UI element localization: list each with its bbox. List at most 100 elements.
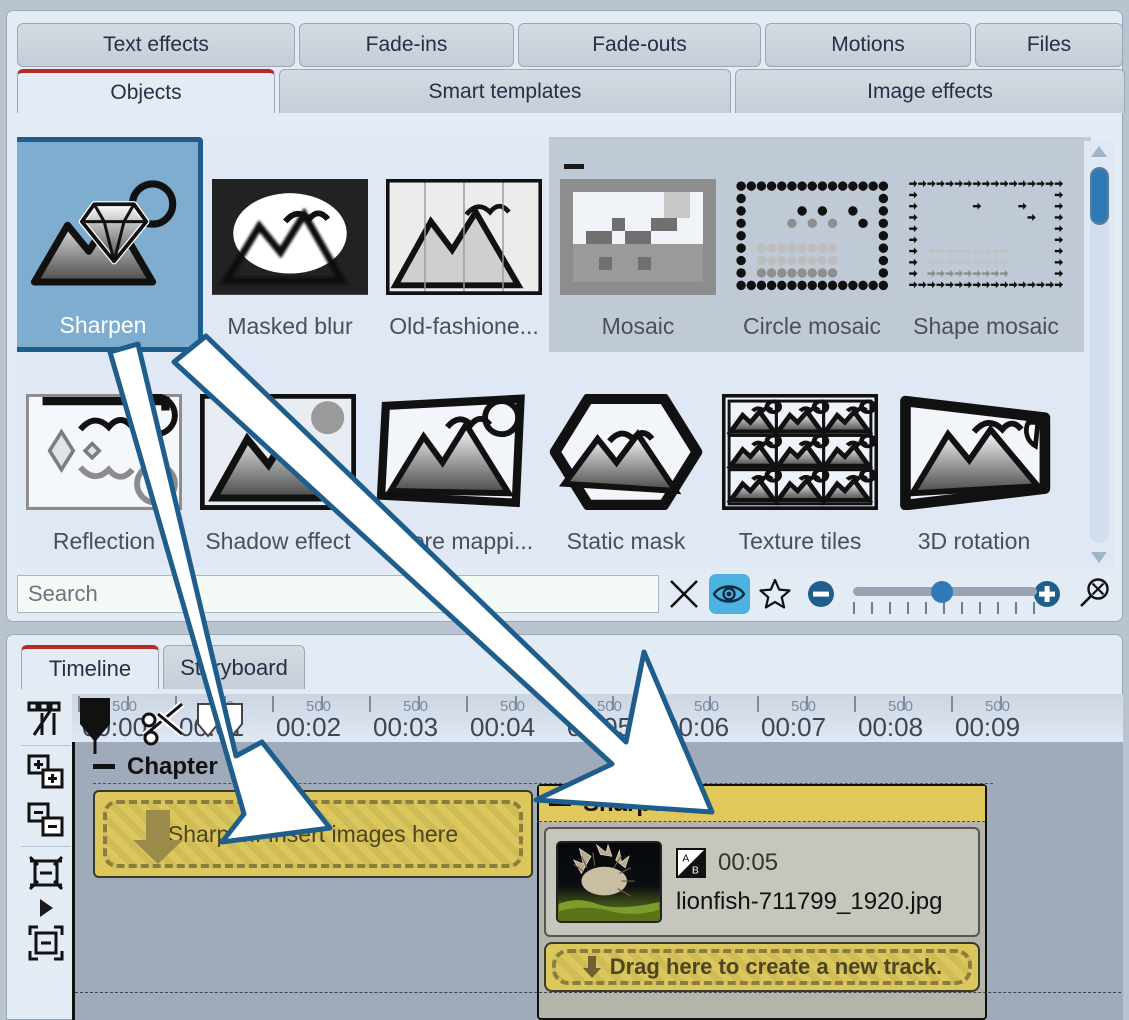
ruler-tick bbox=[127, 696, 129, 710]
close-x-icon[interactable] bbox=[663, 574, 705, 614]
tab-timeline[interactable]: Timeline bbox=[21, 645, 159, 689]
effect-tile-circle-mosaic[interactable]: Circle mosaic bbox=[725, 137, 899, 352]
new-track-dropzone-inner[interactable]: Drag here to create a new track. bbox=[552, 949, 972, 985]
chapter-title: Chapter bbox=[127, 752, 218, 780]
insert-images-dropzone[interactable]: Sharpen: Insert images here bbox=[93, 790, 533, 878]
tab-fade-outs[interactable]: Fade-outs bbox=[518, 23, 761, 67]
scrollbar-thumb[interactable] bbox=[1090, 167, 1109, 225]
ruler-tick bbox=[515, 696, 517, 710]
minus-circle-icon[interactable] bbox=[800, 574, 842, 614]
tab-objects[interactable]: Objects bbox=[17, 69, 275, 113]
ruler-second-label: 00:03 bbox=[373, 712, 439, 742]
fit-height-icon[interactable] bbox=[15, 849, 77, 897]
effect-tile-masked-blur[interactable]: Masked blur bbox=[203, 137, 377, 352]
timeline-tracks: Chapter Sharpen: Insert images here Shar… bbox=[72, 742, 1123, 1020]
old-fashioned-thumb bbox=[386, 179, 542, 297]
zoom-slider-knob[interactable] bbox=[930, 581, 953, 603]
ruler-tick bbox=[418, 696, 420, 710]
search-input[interactable] bbox=[17, 575, 659, 613]
effect-tile-shape-mosaic[interactable]: Shape mosaic bbox=[899, 137, 1073, 352]
clip-duration: 00:05 bbox=[718, 849, 779, 876]
effect-tile-label: Old-fashione... bbox=[389, 313, 539, 339]
effect-tile-sphere-mappi[interactable]: Sphere mappi... bbox=[365, 352, 539, 567]
playhead-marker[interactable] bbox=[78, 698, 112, 754]
effect-tile-static-mask[interactable]: Static mask bbox=[539, 352, 713, 567]
tab-label: Fade-ins bbox=[365, 33, 448, 56]
ruler-tick bbox=[563, 696, 565, 712]
timeline-toolbar bbox=[15, 695, 77, 1019]
ruler-tick bbox=[321, 696, 323, 710]
timeline-tab-row: Timeline Storyboard bbox=[21, 645, 309, 689]
tab-smart-templates[interactable]: Smart templates bbox=[279, 69, 731, 113]
clip-metadata: A B 00:05 lionfish-711799_1920.jpg bbox=[676, 848, 942, 916]
tab-label: Motions bbox=[831, 33, 905, 56]
sharpen-track[interactable]: Sharpen A B 00:05 lionfish-711799_1920.j… bbox=[537, 784, 987, 1020]
effect-tile-3d-rotation[interactable]: 3D rotation bbox=[887, 352, 1061, 567]
effect-tile-texture-tiles[interactable]: Texture tiles bbox=[713, 352, 887, 567]
effect-tile-label: Reflection bbox=[52, 528, 156, 554]
timeline-clip[interactable]: A B 00:05 lionfish-711799_1920.jpg bbox=[544, 827, 980, 937]
3d-rotation-thumb bbox=[896, 394, 1052, 512]
sharpen-thumb bbox=[25, 178, 181, 296]
effects-row-1: Sharpen Masked blur Old-fashione... Mosa… bbox=[17, 137, 1091, 352]
tab-storyboard[interactable]: Storyboard bbox=[163, 645, 305, 689]
tab-label: Files bbox=[1026, 33, 1072, 56]
expand-caret-icon[interactable] bbox=[15, 897, 77, 919]
effects-scrollbar[interactable] bbox=[1084, 141, 1114, 569]
zoom-slider[interactable] bbox=[852, 574, 1037, 614]
effects-grid: Sharpen Masked blur Old-fashione... Mosa… bbox=[17, 137, 1091, 567]
tab-fade-ins[interactable]: Fade-ins bbox=[299, 23, 514, 67]
effect-tile-sharpen[interactable]: Sharpen bbox=[17, 137, 203, 352]
ruler-half-label: 500 bbox=[597, 698, 623, 715]
eye-icon[interactable] bbox=[709, 574, 750, 614]
ruler-tick bbox=[466, 696, 468, 712]
magnifier-reset-icon[interactable] bbox=[1073, 574, 1115, 614]
new-track-label: Drag here to create a new track. bbox=[609, 954, 943, 979]
sphere-mapping-thumb bbox=[374, 394, 530, 512]
effect-tile-label: Shape mosaic bbox=[913, 313, 1059, 339]
expand-tracks-icon[interactable] bbox=[15, 919, 77, 967]
effect-tile-mosaic[interactable]: Mosaic bbox=[551, 137, 725, 352]
scissors-icon[interactable] bbox=[138, 700, 190, 748]
effect-tile-label: 3D rotation bbox=[917, 528, 1031, 554]
effect-tile-label: Static mask bbox=[566, 528, 686, 554]
effects-row-2: Reflection Shadow effect Sphere mappi...… bbox=[17, 352, 1091, 567]
ruler-half-label: 500 bbox=[112, 698, 138, 715]
ruler-tick bbox=[660, 696, 662, 712]
new-track-dropzone[interactable]: Drag here to create a new track. bbox=[544, 942, 980, 992]
toolbar-divider bbox=[21, 846, 71, 847]
sharpen-track-header[interactable]: Sharpen bbox=[539, 786, 985, 822]
minus-icon[interactable] bbox=[93, 764, 115, 769]
tab-files[interactable]: Files bbox=[975, 23, 1123, 67]
shadow-effect-thumb bbox=[200, 394, 356, 512]
effect-tile-label: Masked blur bbox=[227, 313, 353, 339]
ruler-tick bbox=[806, 696, 808, 710]
scroll-down-icon[interactable] bbox=[1088, 547, 1110, 569]
tab-row-secondary: Objects Smart templates Image effects bbox=[17, 69, 1129, 113]
scrollbar-track[interactable] bbox=[1090, 167, 1109, 543]
effect-tile-old-fashione[interactable]: Old-fashione... bbox=[377, 137, 551, 352]
effect-tile-reflection[interactable]: Reflection bbox=[17, 352, 191, 567]
effect-tile-label: Mosaic bbox=[601, 313, 675, 339]
ruler-half-label: 500 bbox=[500, 698, 526, 715]
star-icon[interactable] bbox=[754, 574, 796, 614]
clip-filename: lionfish-711799_1920.jpg bbox=[676, 888, 943, 915]
cut-objects-icon[interactable] bbox=[15, 695, 77, 743]
chapter-header[interactable]: Chapter bbox=[93, 750, 993, 784]
clip-thumbnail bbox=[556, 841, 662, 923]
cut-marker-icons[interactable] bbox=[196, 702, 248, 744]
ruler-second-label: 00:08 bbox=[858, 712, 924, 742]
scroll-up-icon[interactable] bbox=[1088, 141, 1110, 163]
tab-motions[interactable]: Motions bbox=[765, 23, 971, 67]
ruler-half-label: 500 bbox=[306, 698, 332, 715]
ruler-second-label: 00:09 bbox=[955, 712, 1021, 742]
remove-track-icon[interactable] bbox=[15, 796, 77, 844]
tab-image-effects[interactable]: Image effects bbox=[735, 69, 1125, 113]
effect-tile-shadow-effect[interactable]: Shadow effect bbox=[191, 352, 365, 567]
ruler-tick bbox=[903, 696, 905, 710]
tab-label: Storyboard bbox=[180, 654, 288, 680]
add-track-icon[interactable] bbox=[15, 748, 77, 796]
effect-tile-label: Circle mosaic bbox=[742, 313, 882, 339]
minus-icon[interactable] bbox=[549, 801, 571, 806]
tab-text-effects[interactable]: Text effects bbox=[17, 23, 295, 67]
